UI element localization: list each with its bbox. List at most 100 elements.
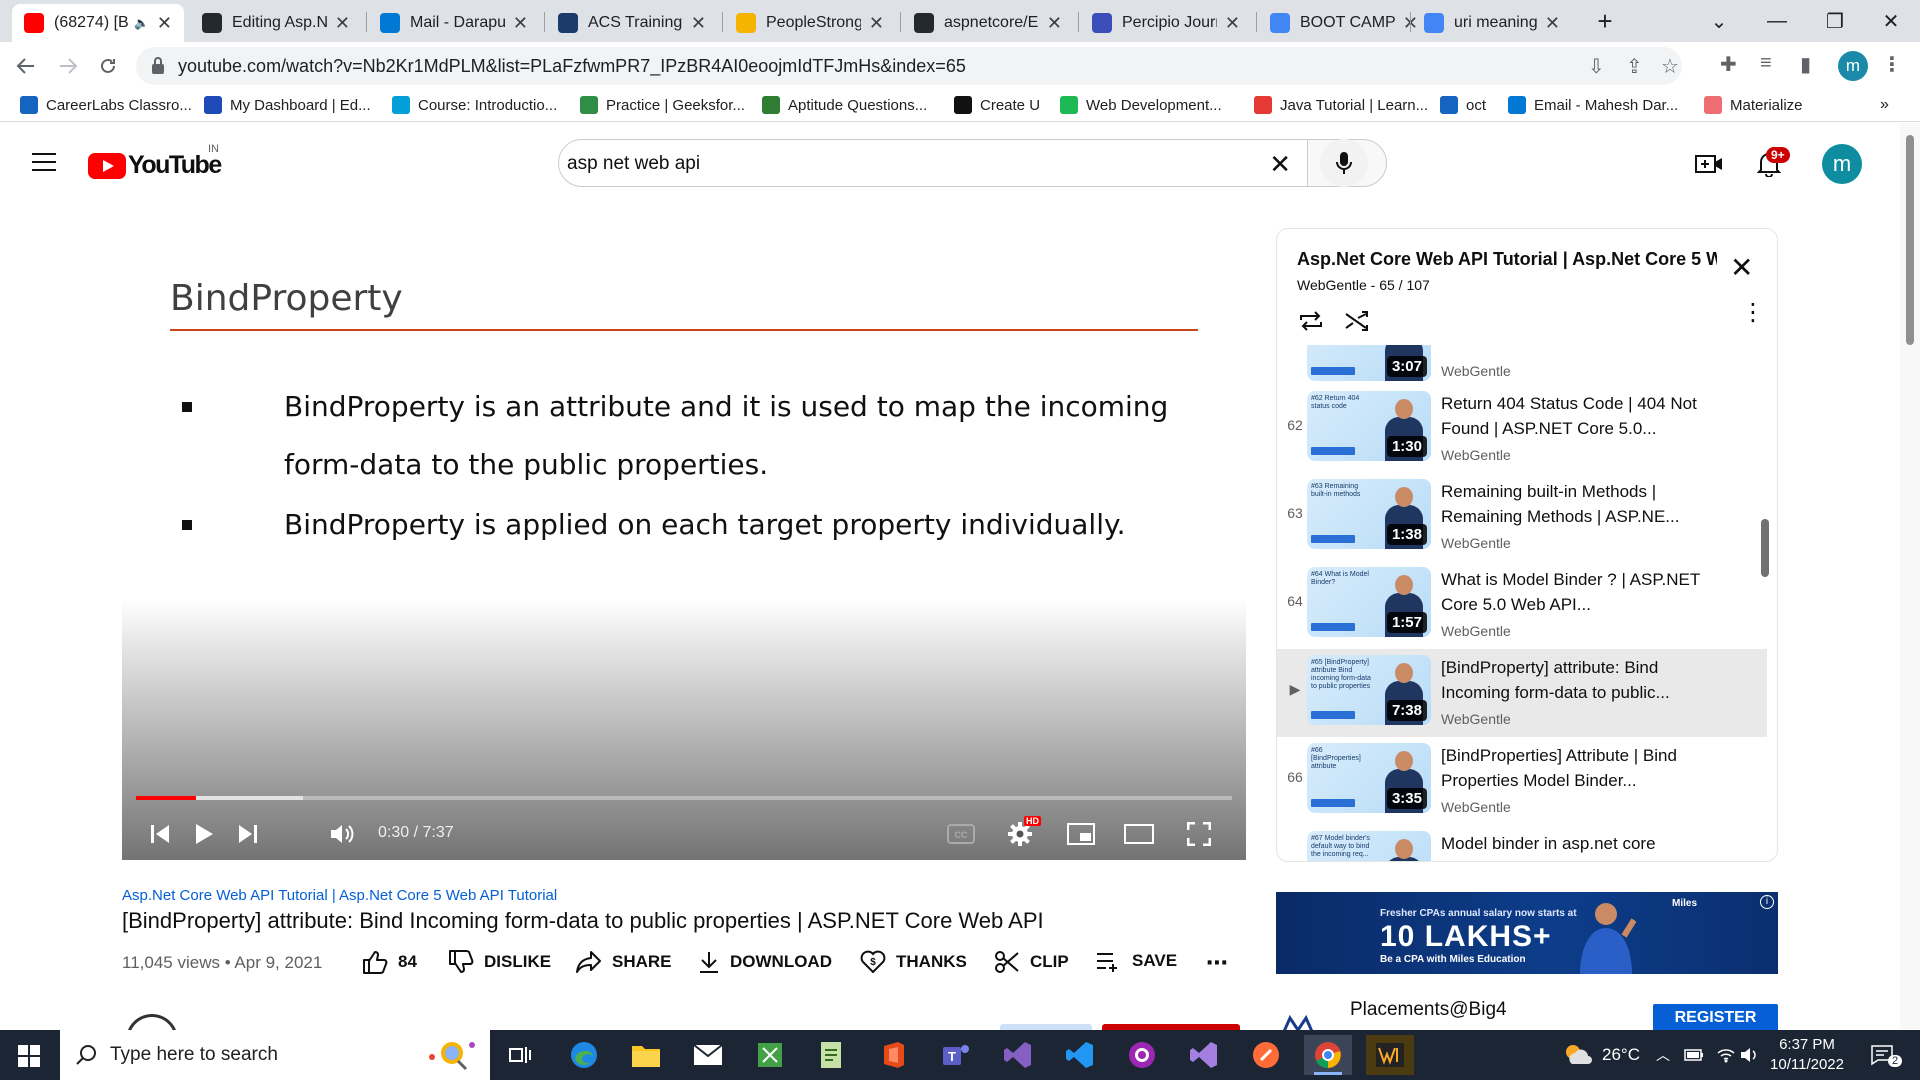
settings-button[interactable]: HD bbox=[998, 814, 1042, 854]
bookmark-star-icon[interactable]: ☆ bbox=[1661, 54, 1679, 79]
video-thumbnail[interactable]: 3:07 bbox=[1307, 345, 1431, 381]
video-thumbnail[interactable]: #63 Remaining built-in methods 1:38 bbox=[1307, 479, 1431, 549]
task-view-icon[interactable] bbox=[496, 1035, 544, 1075]
playlist-item-current[interactable]: ▶ #65 [BindProperty] attribute Bind incom… bbox=[1277, 649, 1767, 737]
close-playlist-icon[interactable]: ✕ bbox=[1730, 251, 1753, 284]
weather-widget[interactable]: 26°C bbox=[1562, 1030, 1640, 1080]
tab-search-icon[interactable]: ⌄ bbox=[1690, 0, 1748, 42]
reading-list-icon[interactable]: ≡ bbox=[1760, 52, 1772, 75]
postman-icon[interactable] bbox=[1242, 1035, 1290, 1075]
browser-tab[interactable]: aspnetcore/Er ✕ bbox=[902, 4, 1074, 42]
shuffle-playlist-button[interactable] bbox=[1343, 307, 1371, 335]
show-hidden-icons-chevron[interactable]: ︿ bbox=[1656, 1030, 1670, 1080]
ad-info-icon[interactable]: i bbox=[1760, 895, 1774, 909]
taskbar-clock[interactable]: 6:37 PM 10/11/2022 bbox=[1762, 1035, 1852, 1075]
page-scrollbar[interactable] bbox=[1900, 123, 1920, 1029]
close-tab-icon[interactable]: ✕ bbox=[1225, 13, 1240, 34]
teams-icon[interactable]: T bbox=[932, 1035, 980, 1075]
chrome-icon[interactable] bbox=[1304, 1035, 1352, 1075]
github-desktop-icon[interactable] bbox=[1118, 1035, 1166, 1075]
bookmark-item[interactable]: CareerLabs Classro... bbox=[20, 96, 192, 114]
share-page-icon[interactable]: ⇪ bbox=[1626, 54, 1643, 79]
browser-tab[interactable]: Mail - Darapu ✕ bbox=[368, 4, 540, 42]
bookmark-item[interactable]: Course: Introductio... bbox=[392, 96, 557, 114]
url-text[interactable]: youtube.com/watch?v=Nb2Kr1MdPLM&list=PLa… bbox=[178, 56, 966, 77]
search-input[interactable]: asp net web api ✕ bbox=[558, 139, 1308, 187]
forward-button[interactable] bbox=[50, 48, 86, 84]
browser-profile-avatar[interactable]: m bbox=[1838, 51, 1868, 81]
youtube-logo[interactable]: YouTube IN bbox=[88, 143, 222, 180]
bookmark-item[interactable]: Materialize bbox=[1704, 96, 1803, 114]
minimize-window-icon[interactable]: — bbox=[1748, 0, 1806, 42]
visual-studio-icon[interactable] bbox=[994, 1035, 1042, 1075]
notification-center-icon[interactable]: 2 bbox=[1870, 1030, 1908, 1080]
video-thumbnail[interactable]: #66 [BindProperties] attribute 3:35 bbox=[1307, 743, 1431, 813]
bookmark-item[interactable]: Java Tutorial | Learn... bbox=[1254, 96, 1428, 114]
ad-title[interactable]: Placements@Big4 bbox=[1350, 999, 1507, 1021]
bookmark-item[interactable]: Web Development... bbox=[1060, 96, 1222, 114]
previous-video-button[interactable] bbox=[140, 814, 180, 854]
video-thumbnail[interactable]: #64 What is Model Binder? 1:57 bbox=[1307, 567, 1431, 637]
side-panel-icon[interactable]: ▮ bbox=[1800, 52, 1811, 77]
close-tab-icon[interactable]: ✕ bbox=[1545, 13, 1560, 34]
tab-audio-icon[interactable]: 🔈 bbox=[134, 16, 149, 30]
mail-icon[interactable] bbox=[684, 1035, 732, 1075]
playlist-item[interactable]: 64 #64 What is Model Binder? 1:57 What is M… bbox=[1277, 561, 1767, 649]
snipping-tool-icon[interactable] bbox=[746, 1035, 794, 1075]
playlist-item[interactable]: 66 #66 [BindProperties] attribute 3:35 [Bin… bbox=[1277, 737, 1767, 825]
office-icon[interactable] bbox=[870, 1035, 918, 1075]
playlist-item[interactable]: #67 Model binder's default way to bind t… bbox=[1277, 825, 1767, 861]
maximize-window-icon[interactable]: ❐ bbox=[1806, 0, 1864, 42]
video-progress-bar[interactable] bbox=[136, 796, 1232, 800]
windows-start-icon[interactable] bbox=[18, 1045, 40, 1067]
file-explorer-icon[interactable] bbox=[622, 1035, 670, 1075]
browser-tab[interactable]: uri meaning - ✕ bbox=[1412, 4, 1572, 42]
next-video-button[interactable] bbox=[228, 814, 268, 854]
hamburger-menu-icon[interactable] bbox=[32, 153, 56, 171]
loop-playlist-button[interactable] bbox=[1297, 307, 1325, 335]
playlist-item[interactable]: 62 #62 Return 404 status code 1:30 Return 4… bbox=[1277, 385, 1767, 473]
captions-button[interactable]: CC bbox=[940, 814, 982, 854]
miniplayer-button[interactable] bbox=[1060, 814, 1102, 854]
close-tab-icon[interactable]: ✕ bbox=[869, 13, 884, 34]
ad-banner[interactable]: Fresher CPAs annual salary now starts at… bbox=[1276, 892, 1778, 974]
close-tab-icon[interactable]: ✕ bbox=[335, 13, 350, 34]
browser-tab[interactable]: Editing Asp.Ne ✕ bbox=[190, 4, 362, 42]
reload-button[interactable] bbox=[90, 48, 126, 84]
create-video-button[interactable] bbox=[1694, 149, 1724, 179]
close-tab-icon[interactable]: ✕ bbox=[691, 13, 706, 34]
wavesummit-icon[interactable] bbox=[1366, 1035, 1414, 1075]
browser-menu-icon[interactable]: ⋮ bbox=[1882, 52, 1902, 77]
close-window-icon[interactable]: ✕ bbox=[1862, 0, 1920, 42]
extensions-icon[interactable]: ✚ bbox=[1720, 52, 1737, 77]
fullscreen-button[interactable] bbox=[1178, 814, 1220, 854]
save-button[interactable]: SAVE bbox=[1096, 950, 1177, 972]
share-button[interactable]: SHARE bbox=[576, 950, 672, 974]
thanks-button[interactable]: $ THANKS bbox=[860, 950, 967, 974]
playlist-items[interactable]: 3:07 WebGentle 62 #62 Return 404 status cod… bbox=[1277, 345, 1777, 861]
like-button[interactable]: 84 bbox=[362, 950, 417, 974]
dislike-button[interactable]: DISLIKE bbox=[448, 950, 551, 974]
bookmark-item[interactable]: Email - Mahesh Dar... bbox=[1508, 96, 1678, 114]
browser-tab[interactable]: (68274) [B 🔈 ✕ bbox=[12, 4, 184, 42]
register-button[interactable]: REGISTER bbox=[1653, 1004, 1778, 1030]
notepad-plus-icon[interactable] bbox=[808, 1035, 856, 1075]
video-player[interactable]: BindProperty BindProperty is an attribut… bbox=[122, 228, 1246, 860]
browser-tab[interactable]: Percipio Journ ✕ bbox=[1080, 4, 1252, 42]
bookmark-item[interactable]: My Dashboard | Ed... bbox=[204, 96, 371, 114]
bookmark-item[interactable]: Create U bbox=[954, 96, 1040, 114]
mute-button[interactable] bbox=[320, 814, 364, 854]
playlist-title[interactable]: Asp.Net Core Web API Tutorial | Asp.Net … bbox=[1297, 249, 1717, 270]
close-tab-icon[interactable]: ✕ bbox=[513, 13, 528, 34]
playlist-scrollbar-thumb[interactable] bbox=[1761, 519, 1769, 577]
bookmark-item[interactable]: oct bbox=[1440, 96, 1486, 114]
edge-browser-icon[interactable] bbox=[560, 1035, 608, 1075]
more-actions-icon[interactable]: ⋯ bbox=[1206, 950, 1228, 976]
battery-icon[interactable] bbox=[1684, 1030, 1704, 1080]
playlist-more-icon[interactable]: ⋮ bbox=[1741, 301, 1765, 325]
browser-tab[interactable]: ACS Training P ✕ bbox=[546, 4, 718, 42]
visual-studio-2-icon[interactable] bbox=[1180, 1035, 1228, 1075]
theater-mode-button[interactable] bbox=[1118, 814, 1160, 854]
clip-button[interactable]: CLIP bbox=[994, 950, 1069, 974]
video-thumbnail[interactable]: #62 Return 404 status code 1:30 bbox=[1307, 391, 1431, 461]
